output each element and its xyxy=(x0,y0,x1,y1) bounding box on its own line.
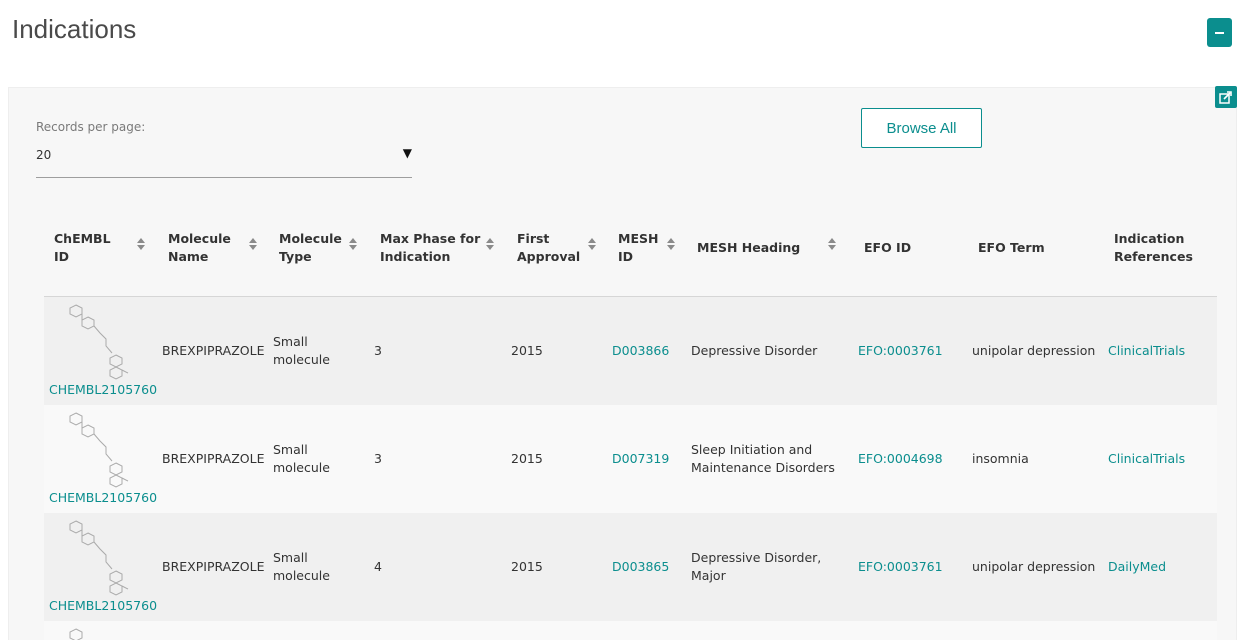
molecule-name: BREXPIPRAZOLE xyxy=(162,343,265,358)
table-header: ChEMBL ID Molecule Name Molecule Type Max P… xyxy=(44,220,1217,297)
sort-icon[interactable] xyxy=(486,238,495,252)
collapse-button[interactable] xyxy=(1207,18,1232,47)
reference-link[interactable]: ClinicalTrials xyxy=(1108,342,1185,360)
efo-id-link[interactable]: EFO:0003761 xyxy=(858,342,943,360)
sort-icon[interactable] xyxy=(137,238,146,252)
molecule-structure-icon[interactable] xyxy=(66,519,136,597)
efo-term: unipolar depression xyxy=(972,559,1096,574)
max-phase: 3 xyxy=(374,451,382,466)
mesh-id-link[interactable]: D007319 xyxy=(612,450,669,468)
indications-table: ChEMBL ID Molecule Name Molecule Type Max P… xyxy=(44,220,1217,640)
records-per-page-value: 20 xyxy=(36,148,52,162)
max-phase: 4 xyxy=(374,559,382,574)
molecule-type: Small molecule xyxy=(273,550,330,583)
molecule-structure-icon[interactable] xyxy=(66,303,136,381)
header-first-approval[interactable]: First Approval xyxy=(517,230,580,266)
caret-down-icon: ▼ xyxy=(402,146,412,160)
header-mesh-id[interactable]: MESH ID xyxy=(618,230,658,266)
records-per-page-select[interactable]: 20 ▼ xyxy=(36,144,412,178)
chembl-id-link[interactable]: CHEMBL2105760 xyxy=(49,382,157,397)
table-row: CHEMBL2105760 BREXPIPRAZOLE Small molecul… xyxy=(44,297,1217,405)
page-title: Indications xyxy=(12,14,137,44)
chembl-id-link[interactable]: CHEMBL2105760 xyxy=(49,598,157,613)
first-approval: 2015 xyxy=(511,559,543,574)
header-chembl-id[interactable]: ChEMBL ID xyxy=(54,230,111,266)
table-row: CHEMBL2105760 BREXPIPRAZOLE Small molecul… xyxy=(44,513,1217,621)
efo-id-link[interactable]: EFO:0004698 xyxy=(858,450,943,468)
header-indication-references: Indication References xyxy=(1114,231,1193,264)
mesh-heading: Depressive Disorder, Major xyxy=(691,550,822,583)
molecule-type: Small molecule xyxy=(273,442,330,475)
share-icon xyxy=(1219,91,1232,104)
sort-icon[interactable] xyxy=(828,238,837,252)
reference-link[interactable]: ClinicalTrials xyxy=(1108,450,1185,468)
chembl-id-link[interactable]: CHEMBL2105760 xyxy=(49,490,157,505)
max-phase: 3 xyxy=(374,343,382,358)
mesh-heading: Depressive Disorder xyxy=(691,343,818,358)
header-efo-id: EFO ID xyxy=(864,240,912,255)
molecule-type: Small molecule xyxy=(273,334,330,367)
sort-icon[interactable] xyxy=(249,238,258,252)
table-row xyxy=(44,621,1217,640)
mesh-id-link[interactable]: D003866 xyxy=(612,342,669,360)
molecule-name: BREXPIPRAZOLE xyxy=(162,451,265,466)
header-mesh-heading[interactable]: MESH Heading xyxy=(697,239,800,257)
header-molecule-type[interactable]: Molecule Type xyxy=(279,230,342,266)
sort-icon[interactable] xyxy=(349,238,358,252)
reference-link[interactable]: DailyMed xyxy=(1108,558,1166,576)
mesh-id-link[interactable]: D003865 xyxy=(612,558,669,576)
table-row: CHEMBL2105760 BREXPIPRAZOLE Small molecul… xyxy=(44,405,1217,513)
efo-term: insomnia xyxy=(972,451,1029,466)
sort-icon[interactable] xyxy=(667,238,676,252)
efo-term: unipolar depression xyxy=(972,343,1096,358)
header-max-phase[interactable]: Max Phase for Indication xyxy=(380,230,480,266)
browse-all-button[interactable]: Browse All xyxy=(861,108,982,148)
first-approval: 2015 xyxy=(511,343,543,358)
sort-icon[interactable] xyxy=(588,238,597,252)
records-per-page-label: Records per page: xyxy=(36,120,146,134)
first-approval: 2015 xyxy=(511,451,543,466)
mesh-heading: Sleep Initiation and Maintenance Disorder… xyxy=(691,442,835,475)
efo-id-link[interactable]: EFO:0003761 xyxy=(858,558,943,576)
molecule-structure-icon[interactable] xyxy=(66,627,136,640)
molecule-name: BREXPIPRAZOLE xyxy=(162,559,265,574)
minus-icon xyxy=(1215,31,1224,34)
header-efo-term: EFO Term xyxy=(978,240,1045,255)
molecule-structure-icon[interactable] xyxy=(66,411,136,489)
share-button[interactable] xyxy=(1215,86,1237,108)
header-molecule-name[interactable]: Molecule Name xyxy=(168,230,231,266)
